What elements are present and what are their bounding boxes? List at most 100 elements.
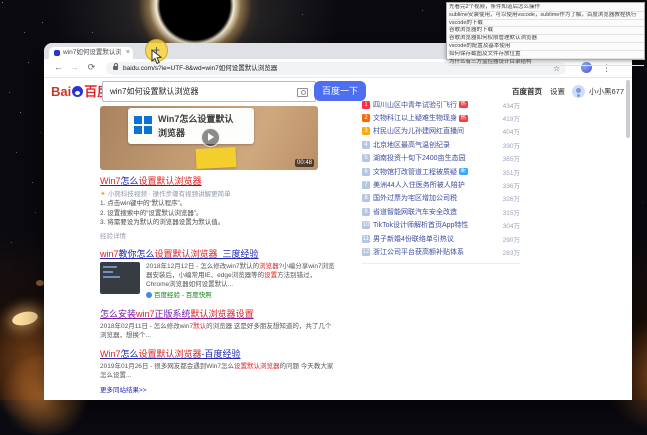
hot-search-title[interactable]: 国外过票为宅区增加公司税 bbox=[373, 193, 457, 203]
rank-badge: 3 bbox=[362, 127, 370, 136]
url-text: baidu.com/s?ie=UTF-8&wd=win7如何设置默认浏览器 bbox=[123, 64, 278, 72]
note-line: 先看完2个视频，条件知道后怎么操作 bbox=[449, 4, 644, 12]
tab-title: win7如何设置默认浏览器_百度搜... bbox=[63, 49, 121, 56]
hot-search-item[interactable]: 11 男子新婚4份联络单引热议 290万 bbox=[362, 232, 520, 245]
hot-search-item[interactable]: 10 TikTok设计师解析首页App特性 304万 bbox=[362, 219, 520, 232]
hot-search-item[interactable]: 3 村民山区为儿孙建网红直播间 404万 bbox=[362, 125, 520, 138]
light-spark bbox=[36, 280, 44, 286]
user-avatar[interactable] bbox=[572, 85, 585, 98]
note-line: 谷歌浏览器的下载 bbox=[449, 27, 644, 36]
result-source: 百度经验 - 百度快照 bbox=[146, 291, 336, 300]
rank-badge: 9 bbox=[362, 207, 370, 216]
hot-search-item[interactable]: 9 省道智能网联汽车安全改造 315万 bbox=[362, 205, 520, 218]
hot-search-title[interactable]: 文物科江以上疑难生物现身 bbox=[373, 113, 457, 123]
sticky-note-decoration bbox=[195, 146, 237, 170]
result-title-link[interactable]: Win7怎么设置默认浏览器-百度经验 bbox=[100, 348, 336, 360]
hot-search-title[interactable]: 美洲44人入住医务所被人陪护 bbox=[373, 180, 465, 190]
rank-badge: 11 bbox=[362, 234, 370, 243]
lock-icon[interactable] bbox=[113, 62, 118, 70]
video-overlay-text: 浏览器 bbox=[158, 128, 186, 138]
video-result-title[interactable]: Win7怎么设置默认浏览器 bbox=[100, 175, 336, 187]
search-query-text: win7如何设置默认浏览器 bbox=[110, 87, 199, 96]
result-title-link[interactable]: 怎么安装win7正版系统默认浏览器设置 bbox=[100, 308, 336, 320]
hot-tag-badge: 热 bbox=[459, 114, 468, 122]
hot-tag-badge: 热 bbox=[459, 101, 468, 109]
rank-badge: 2 bbox=[362, 114, 370, 123]
hot-search-title[interactable]: 男子新婚4份联络单引热议 bbox=[373, 234, 454, 244]
rank-badge: 4 bbox=[362, 140, 370, 149]
search-input[interactable]: win7如何设置默认浏览器 bbox=[102, 81, 316, 102]
site-badge-icon bbox=[146, 291, 152, 298]
hot-search-item[interactable]: 2 文物科江以上疑难生物现身热 419万 bbox=[362, 111, 520, 124]
browser-tab[interactable]: win7如何设置默认浏览器_百度搜... × bbox=[49, 47, 133, 59]
baidu-logo-latin: Bai bbox=[51, 84, 72, 99]
result-description: 2018年12月12日 - 怎么修改win7默认的浏览器?小编分享win7浏览器… bbox=[146, 262, 335, 288]
results-column: Win7怎么设置默认 浏览器 00:48 Win7怎么设置默认浏览器 ✦ 小熊科技… bbox=[100, 106, 336, 400]
hot-search-item[interactable]: 6 文物馆打改管道工程被质疑新 351万 bbox=[362, 165, 520, 178]
more-results-link[interactable]: 更多同站结果>> bbox=[100, 384, 336, 394]
search-button[interactable]: 百度一下 bbox=[314, 81, 366, 101]
hot-search-count: 315万 bbox=[502, 209, 520, 217]
note-line: sublime安装使用，可以使用vscode，sublime作为了解，百度浏览器… bbox=[449, 12, 644, 20]
hot-search-title[interactable]: 浙江公司平台获高额补贴体系 bbox=[373, 247, 464, 257]
video-title-card: Win7怎么设置默认 浏览器 bbox=[128, 108, 254, 144]
hot-search-count: 304万 bbox=[502, 223, 520, 231]
hot-search-title[interactable]: TikTok设计师解析首页App特性 bbox=[373, 220, 468, 230]
result-title-link[interactable]: win7教你怎么设置默认浏览器_三度经验 bbox=[100, 248, 336, 260]
note-line: vscode的配置及基本使用 bbox=[449, 43, 644, 51]
scrollbar[interactable] bbox=[626, 78, 631, 400]
baidu-favicon-icon bbox=[54, 50, 60, 56]
hot-search-count: 365万 bbox=[502, 156, 520, 164]
browser-window: win7如何设置默认浏览器_百度搜... × ← → ⟳ baidu.com/s… bbox=[44, 43, 632, 400]
search-result: 怎么安装win7正版系统默认浏览器设置 2018年02月11日 - 怎么修改win… bbox=[100, 308, 336, 340]
note-line: 如何保存截图及文件存放位置 bbox=[449, 51, 644, 59]
hot-search-item[interactable]: 7 美洲44人入住医务所被人陪护 336万 bbox=[362, 178, 520, 191]
hot-search-list: 1 四川山区中青年试验引飞行热 434万 2 文物科江以上疑难生物现身热 419万 3 村民山… bbox=[362, 98, 520, 264]
hot-search-title[interactable]: 湖南投资十旬下2400亩生态园 bbox=[373, 153, 466, 163]
rank-badge: 10 bbox=[362, 221, 370, 230]
play-icon[interactable] bbox=[201, 128, 220, 147]
result-description: 2018年02月11日 - 怎么修改win7默认的浏览器 这是好多朋友想知道的，… bbox=[100, 322, 332, 339]
home-link[interactable]: 百度首页 bbox=[512, 85, 542, 99]
hot-search-title[interactable]: 村民山区为儿孙建网红直播间 bbox=[373, 126, 464, 136]
hot-search-item[interactable]: 5 湖南投资十旬下2400亩生态园 365万 bbox=[362, 152, 520, 165]
video-thumbnail[interactable]: Win7怎么设置默认 浏览器 00:48 bbox=[100, 106, 318, 170]
step-item: 1. 点击win键中的“默认程序”。 bbox=[100, 200, 187, 207]
detail-link[interactable]: 经验详情 bbox=[100, 230, 336, 240]
hot-search-count: 404万 bbox=[502, 129, 520, 137]
reload-icon[interactable]: ⟳ bbox=[85, 61, 98, 74]
notes-overlay[interactable]: 先看完2个视频，条件知道后怎么操作 sublime安装使用，可以使用vscode，… bbox=[446, 2, 645, 67]
forward-icon[interactable]: → bbox=[68, 61, 81, 74]
hot-search-title[interactable]: 四川山区中青年试验引飞行 bbox=[373, 100, 457, 110]
rank-badge: 8 bbox=[362, 194, 370, 203]
hot-search-item[interactable]: 1 四川山区中青年试验引飞行热 434万 bbox=[362, 98, 520, 111]
hot-search-title[interactable]: 省道智能网联汽车安全改造 bbox=[373, 207, 457, 217]
note-line: vscode的下载 bbox=[449, 20, 644, 28]
hot-tag-badge: 新 bbox=[459, 168, 468, 176]
camera-icon[interactable] bbox=[297, 88, 308, 97]
tab-close-icon[interactable]: × bbox=[126, 48, 130, 58]
video-provider-line: ✦ 小熊科技视频 · 操作步骤有视频讲解更简单 bbox=[100, 190, 336, 199]
hot-search-title[interactable]: 北京地区最高气温创纪录 bbox=[373, 140, 450, 150]
header-right: 百度首页 设置 小小黑677 bbox=[512, 85, 627, 99]
hot-search-item[interactable]: 4 北京地区最高气温创纪录 390万 bbox=[362, 138, 520, 151]
hot-search-count: 351万 bbox=[502, 169, 520, 177]
username[interactable]: 小小黑677 bbox=[589, 85, 624, 99]
organic-results: win7教你怎么设置默认浏览器_三度经验 2018年12月12日 - 怎么修改wi… bbox=[100, 248, 336, 401]
result-description: 2019年01月26日 - 很多网友都会遇到Win7怎么设置默认浏览器的问题 今… bbox=[100, 362, 334, 379]
video-overlay-text: Win7怎么设置默认 bbox=[158, 114, 234, 124]
baidu-serp-page: Bai 百度 win7如何设置默认浏览器 百度一下 百度首页 设置 小小黑677 … bbox=[44, 78, 632, 400]
note-line: 为什么有三方监控器设计目录结构 bbox=[449, 59, 644, 67]
back-icon[interactable]: ← bbox=[52, 61, 65, 74]
rank-badge: 6 bbox=[362, 167, 370, 176]
rank-badge: 7 bbox=[362, 181, 370, 190]
result-thumbnail[interactable] bbox=[100, 261, 140, 294]
stars-decoration bbox=[2, 2, 3, 3]
search-result: Win7怎么设置默认浏览器-百度经验 2019年01月26日 - 很多网友都会遇到… bbox=[100, 348, 336, 394]
hot-search-title[interactable]: 文物馆打改管道工程被质疑 bbox=[373, 167, 457, 177]
hot-search-item[interactable]: 8 国外过票为宅区增加公司税 326万 bbox=[362, 192, 520, 205]
settings-link[interactable]: 设置 bbox=[550, 85, 565, 99]
hot-search-item[interactable]: 12 浙江公司平台获高额补贴体系 283万 bbox=[362, 245, 520, 258]
scrollbar-thumb[interactable] bbox=[626, 80, 630, 138]
note-line: 谷歌浏览器如何权限管理默认浏览器 bbox=[449, 35, 644, 43]
